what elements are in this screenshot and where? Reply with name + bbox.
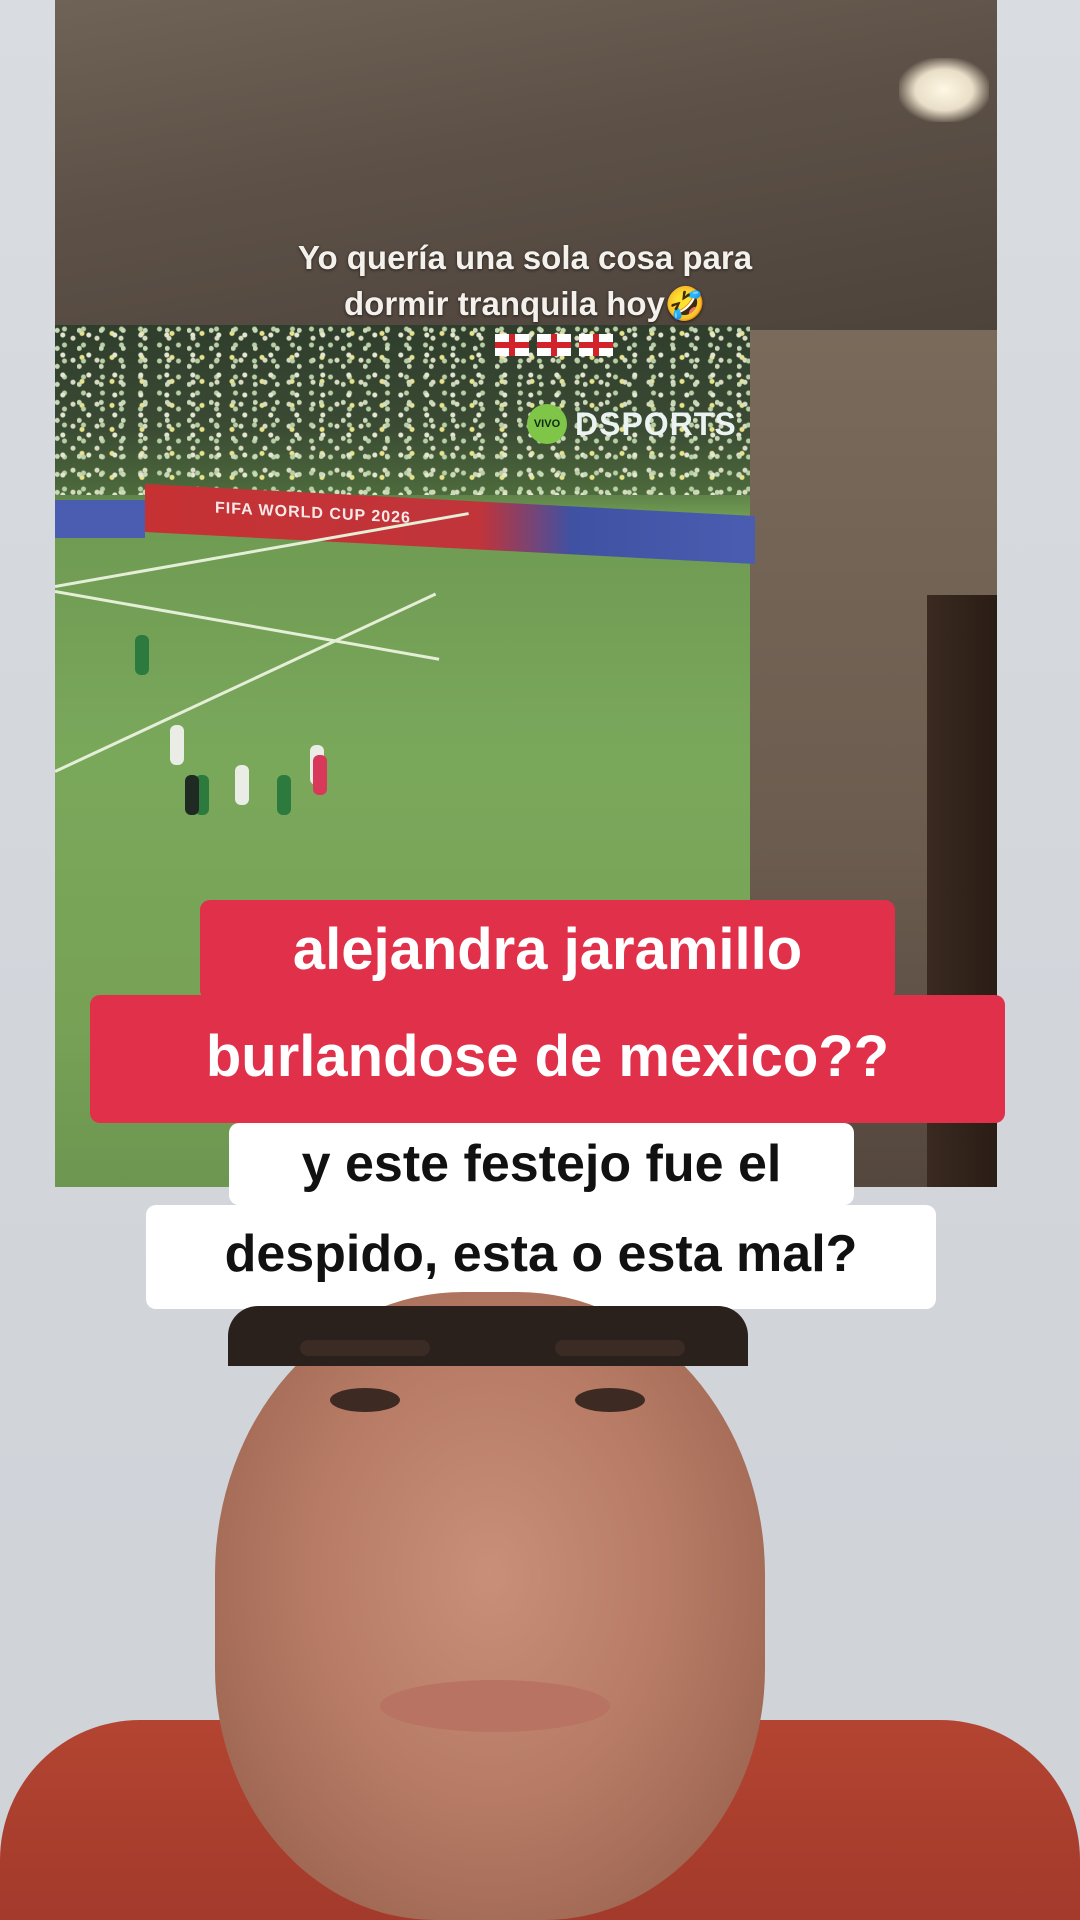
player	[135, 635, 149, 675]
caption-text: alejandra jaramillo	[292, 917, 803, 982]
broadcaster-logo: VIVO DSPORTS	[527, 404, 737, 444]
ceiling-light	[899, 58, 989, 122]
person-hair	[228, 1306, 748, 1366]
caption-text: despido, esta o esta mal?	[224, 1225, 858, 1283]
right-eyebrow	[555, 1340, 685, 1356]
player	[235, 765, 249, 805]
caption-white-line1: y este festejo fue el	[229, 1123, 854, 1205]
live-badge: VIVO	[527, 404, 567, 444]
caption-red-line2: burlandose de mexico??	[90, 995, 1005, 1123]
england-flag-icon	[495, 334, 529, 356]
pitch-line	[55, 590, 440, 661]
england-flag-icon	[579, 334, 613, 356]
person-face	[215, 1292, 765, 1920]
england-flag-icon	[537, 334, 571, 356]
caption-text: y este festejo fue el	[301, 1135, 782, 1193]
embedded-caption-line: Yo quería una sola cosa para	[297, 239, 753, 276]
player	[277, 775, 291, 815]
player	[170, 725, 184, 765]
caption-text: burlandose de mexico??	[205, 1024, 890, 1089]
right-eye	[575, 1388, 645, 1412]
mouth	[380, 1680, 610, 1732]
england-flags	[495, 334, 621, 362]
ad-board-text: FIFA WORLD CUP 2026	[215, 499, 411, 527]
caption-red-line1: alejandra jaramillo	[200, 900, 895, 1000]
player	[185, 775, 199, 815]
left-eyebrow	[300, 1340, 430, 1356]
ad-board-left	[55, 500, 145, 538]
pitch-line	[55, 592, 437, 773]
embedded-caption-line: dormir tranquila hoy🤣	[344, 285, 706, 322]
embedded-caption: Yo quería una sola cosa para dormir tran…	[235, 235, 815, 327]
broadcaster-name: DSPORTS	[575, 405, 737, 442]
left-eye	[330, 1388, 400, 1412]
player	[313, 755, 327, 795]
